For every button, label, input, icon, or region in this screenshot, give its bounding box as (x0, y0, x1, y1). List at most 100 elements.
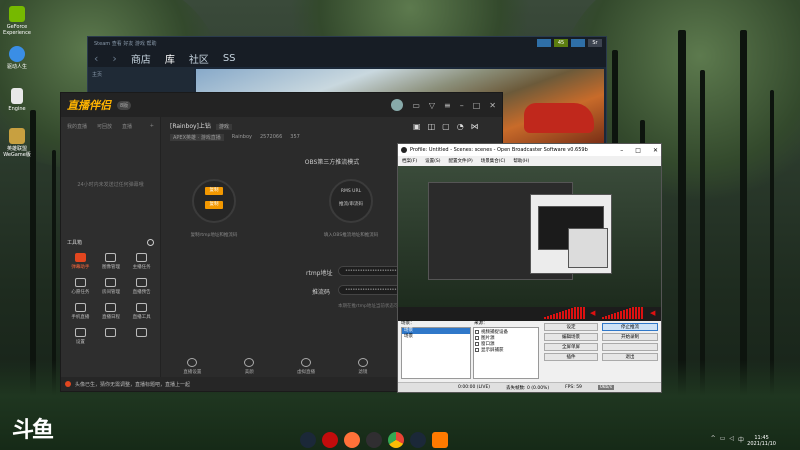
steam-menu[interactable]: Steam 查看 好友 游戏 帮助 (94, 40, 157, 47)
minimize-icon[interactable]: – (620, 147, 623, 154)
virtual-live-button[interactable]: 虚拟直播 (297, 357, 315, 375)
douyu-icon[interactable] (432, 432, 448, 448)
blank-button[interactable] (602, 343, 658, 351)
filter-button[interactable]: 滤镜 (357, 357, 368, 375)
desktop-speaker-icon[interactable]: ◀ (590, 309, 595, 317)
live-settings-button[interactable]: 直播设置 (183, 357, 201, 375)
chrome-icon[interactable] (388, 432, 404, 448)
obs-icon[interactable] (366, 432, 382, 448)
fullscreen-button[interactable]: 全屏单屏 (544, 343, 598, 351)
maximize-icon[interactable]: □ (635, 147, 641, 154)
taskbar-clock[interactable]: 11:45 2021/11/10 (747, 435, 776, 447)
tool-extra-2[interactable] (126, 328, 157, 345)
menu-scenes[interactable]: 场景集合(C) (481, 158, 506, 164)
room-category[interactable]: APEX英雄 · 游戏直播 (170, 134, 224, 141)
room-title[interactable]: [Rainboy]上钻 (170, 123, 211, 130)
tool-anchor-task[interactable]: 主播任务 (126, 253, 157, 270)
tab-my-live[interactable]: 我的直播 (67, 123, 87, 130)
mic-volume-meter[interactable] (602, 307, 643, 319)
desktop-icon-driver[interactable]: 驱动人生 (2, 46, 32, 70)
room-hot: 357 (290, 134, 300, 140)
tab-replay[interactable]: 可回放 (97, 123, 112, 130)
exit-button[interactable]: 退出 (602, 353, 658, 361)
chevron-up-icon[interactable]: ^ (711, 435, 716, 444)
source-item[interactable]: 显示屏捕获 (475, 347, 537, 353)
copy-url-button[interactable]: 复制 (205, 187, 223, 195)
message-icon[interactable]: ▭ (412, 101, 420, 110)
desktop-icon-lol[interactable]: 英雄联盟 WeGame版 (2, 128, 32, 158)
edit-scene-button[interactable]: 编辑场景 (544, 333, 598, 341)
bell-icon[interactable]: ◔ (457, 122, 464, 131)
scene-item[interactable]: 场景 (402, 334, 470, 340)
start-recording-button[interactable]: 开始录制 (602, 333, 658, 341)
steam-nav-user[interactable]: SS (223, 53, 236, 64)
obs-window[interactable]: Profile: Untitled - Scenes: scenes - Ope… (397, 143, 662, 393)
steam-wallet-button[interactable]: 45 (554, 39, 568, 47)
toolbox-grid: 弹幕助手 图像管理 主播任务 心愿任务 房间管理 直播预告 手机直播 直播日程 … (65, 253, 157, 345)
volume-icon[interactable]: ◁ (729, 435, 734, 444)
collapse-icon[interactable] (147, 239, 154, 246)
steam-friends-button[interactable] (571, 39, 585, 47)
sources-list[interactable]: 视频捕捉设备 图片源 窗口源 显示屏捕获 (473, 327, 539, 379)
close-icon[interactable]: ✕ (653, 147, 658, 154)
mic-speaker-icon[interactable]: ◀ (650, 309, 655, 317)
plugins-button[interactable]: 插件 (544, 353, 598, 361)
tool-wish-task[interactable]: 心愿任务 (65, 278, 96, 295)
steam-home-link[interactable]: 主页 (92, 72, 102, 78)
desktop-icon-file[interactable]: Engine (2, 88, 32, 112)
lock-icon[interactable]: ◫ (428, 122, 436, 131)
steam-icon[interactable] (300, 432, 316, 448)
tool-schedule[interactable]: 直播日程 (96, 303, 127, 320)
obs-title-text: Profile: Untitled - Scenes: scenes - Ope… (410, 147, 588, 153)
menu-help[interactable]: 帮助(H) (513, 158, 529, 164)
room-tag[interactable]: 游戏 (215, 124, 232, 130)
menu-profile[interactable]: 配置文件(P) (448, 158, 472, 164)
tool-settings[interactable]: 设置 (65, 328, 96, 345)
copy-key-button[interactable]: 复制 (205, 201, 223, 209)
tool-live-tools[interactable]: 直播工具 (126, 303, 157, 320)
image-icon (105, 253, 117, 262)
obs-preview[interactable] (398, 166, 661, 307)
steam-notify-button[interactable] (537, 39, 551, 47)
firefox-icon[interactable] (344, 432, 360, 448)
sources-label: 来源： (474, 321, 488, 326)
settings-button[interactable]: 设定 (544, 323, 598, 331)
tool-mobile-live[interactable]: 手机直播 (65, 303, 96, 320)
obs-status-bar: 0:00:00 (LIVE) 丢失帧数: 0 (0.00%) FPS: 59 0… (398, 382, 661, 392)
steam-nav-store[interactable]: 商店 (131, 51, 151, 66)
maximize-icon[interactable]: □ (473, 101, 481, 110)
stop-stream-button[interactable]: 停止推流 (602, 323, 658, 331)
network-icon[interactable]: ▭ (720, 435, 726, 444)
ime-icon[interactable]: 中 (738, 435, 744, 444)
tool-extra-1[interactable] (96, 328, 127, 345)
scenes-list[interactable]: 场景 场景 (401, 327, 471, 379)
danmaku-icon (74, 253, 86, 262)
step-2-text: 填入OBS推流地址和推流码 (323, 233, 379, 238)
tool-live-preview[interactable]: 直播预告 (126, 278, 157, 295)
desktop-volume-meter[interactable] (544, 307, 585, 319)
tool-danmaku-helper[interactable]: 弹幕助手 (65, 253, 96, 270)
tool-room-manage[interactable]: 房间管理 (96, 278, 127, 295)
tool-image-manage[interactable]: 图像管理 (96, 253, 127, 270)
screen-icon[interactable]: ▢ (442, 122, 450, 131)
skin-icon[interactable]: ▽ (429, 101, 435, 110)
avatar[interactable] (391, 99, 404, 111)
close-icon[interactable]: ✕ (489, 101, 496, 110)
menu-file[interactable]: 档案(F) (402, 158, 417, 164)
steam-account-button[interactable]: Sr (588, 39, 602, 47)
minimize-icon[interactable]: – (460, 101, 464, 110)
beauty-button[interactable]: 美颜 (244, 357, 255, 375)
tab-live[interactable]: 直播 (122, 123, 132, 130)
steam-nav-community[interactable]: 社区 (189, 51, 209, 66)
netease-music-icon[interactable] (322, 432, 338, 448)
forward-arrow-icon[interactable]: › (112, 52, 116, 65)
steam-icon[interactable] (410, 432, 426, 448)
menu-icon[interactable]: ≡ (444, 101, 451, 110)
steam-nav-library[interactable]: 库 (165, 51, 175, 66)
gift-icon[interactable]: ▣ (413, 122, 421, 131)
menu-settings[interactable]: 设置(S) (425, 158, 440, 164)
desktop-icon-geforce[interactable]: GeForce Experience (2, 6, 32, 36)
share-icon[interactable]: ⋈ (471, 122, 479, 131)
back-arrow-icon[interactable]: ‹ (94, 52, 98, 65)
add-icon[interactable]: + (150, 123, 154, 130)
